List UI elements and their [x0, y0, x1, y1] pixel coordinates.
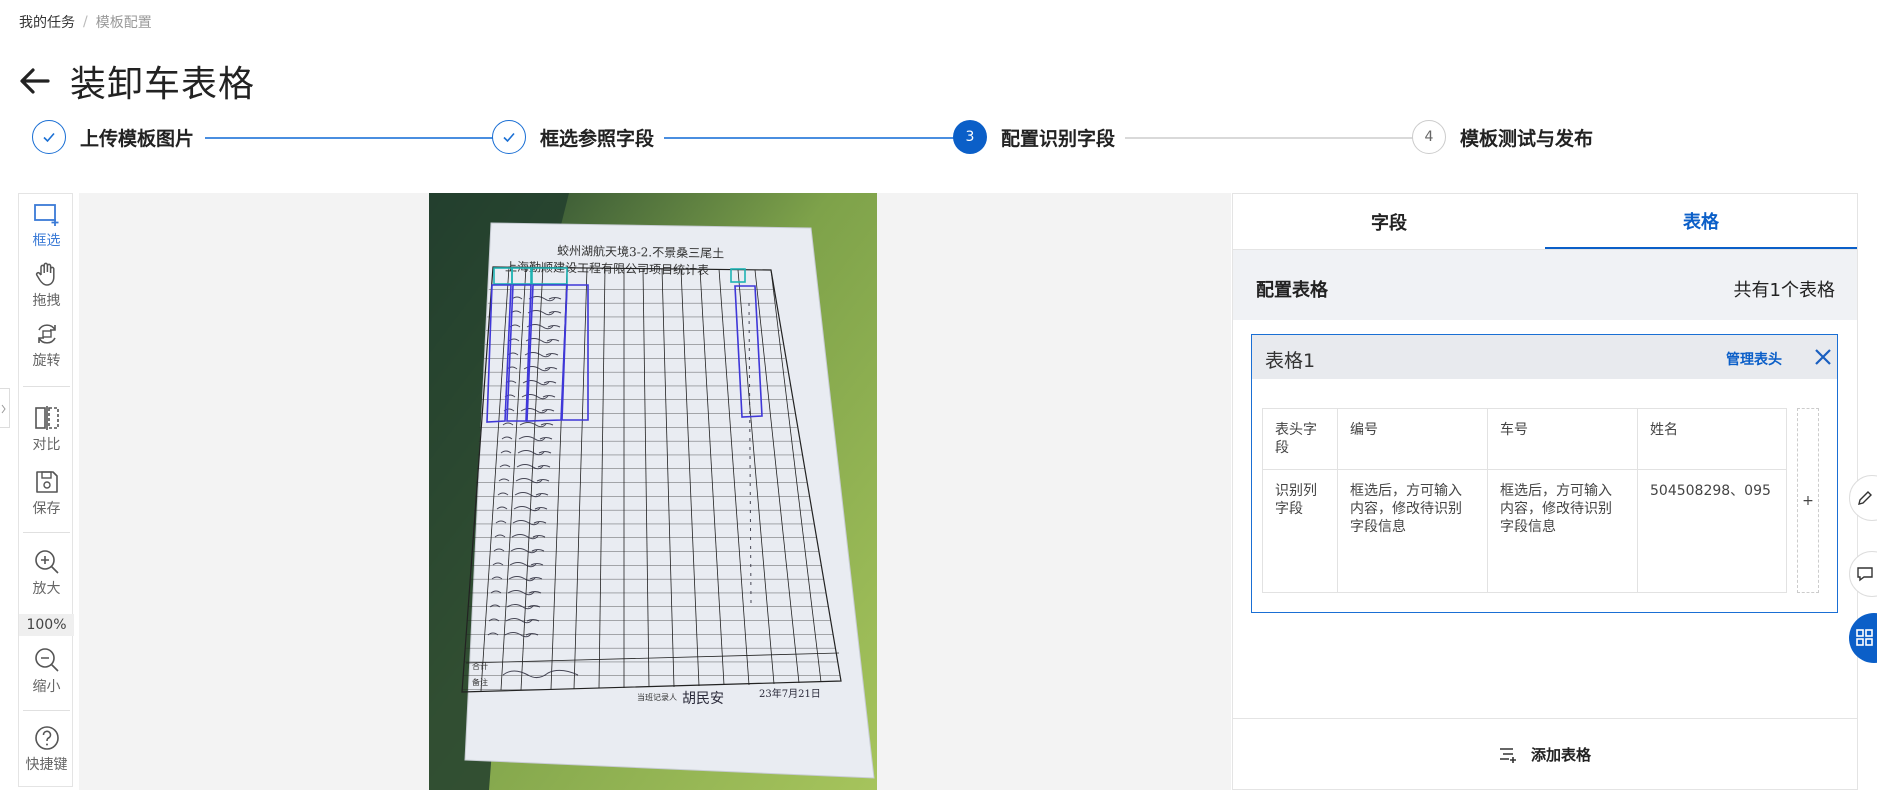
breadcrumb-parent[interactable]: 我的任务 — [19, 12, 75, 32]
panel-tabs: 字段 表格 — [1233, 194, 1857, 250]
doc-note-label: 备注 — [472, 677, 488, 687]
column-field-cell[interactable]: 504508298、095 — [1638, 470, 1786, 592]
zoom-in-label: 放大 — [32, 581, 61, 597]
divider — [23, 386, 70, 387]
column-field-cell[interactable]: 框选后，方可输入内容，修改待识别字段信息 — [1338, 470, 1487, 592]
feedback-icon — [1857, 567, 1873, 582]
add-column-button[interactable]: + — [1797, 408, 1819, 593]
config-title: 配置表格 — [1256, 280, 1328, 301]
column-header-cell[interactable]: 车号 — [1488, 409, 1637, 469]
save-button[interactable]: 保存 — [19, 468, 74, 518]
step-1-label: 上传模板图片 — [80, 127, 195, 150]
column-header-cell[interactable]: 编号 — [1338, 409, 1487, 469]
header-config-grid: 表头字段 编号 车号 姓名 识别列字段 框选后，方可输入内容，修改待识别字段信息… — [1262, 408, 1787, 593]
page-title: 装卸车表格 — [70, 64, 256, 105]
title-row: 装卸车表格 — [18, 55, 255, 107]
breadcrumb-separator: / — [83, 14, 88, 30]
compare-button[interactable]: 对比 — [19, 404, 74, 454]
table-card-title: 表格1 — [1265, 350, 1316, 372]
step-connector — [664, 137, 970, 139]
tab-fields[interactable]: 字段 — [1233, 194, 1545, 249]
add-table-button[interactable]: 添加表格 — [1233, 718, 1857, 790]
field-row-label: 识别列字段 — [1275, 483, 1317, 517]
step-4: 4 模板测试与发布 — [1412, 120, 1593, 154]
sidebar-collapse-toggle[interactable] — [0, 388, 10, 428]
rotate-icon — [37, 324, 56, 344]
zoom-out-button[interactable]: 缩小 — [19, 646, 74, 696]
document-photo[interactable]: 蛟州湖航天境3-2.不景桑三尾土 上海勤顺建设工程有限公司项目统计表 合计 备注… — [429, 193, 877, 790]
step-connector — [205, 137, 510, 139]
add-table-label: 添加表格 — [1530, 746, 1591, 764]
step-connector — [1125, 137, 1430, 139]
tool-sidebar: 框选 拖拽 旋转 对比 保存 放大 100% 缩小 快捷键 — [18, 193, 74, 787]
step-1-check-icon — [32, 120, 66, 154]
doc-heading-1: 蛟州湖航天境3-2.不景桑三尾土 — [557, 243, 724, 261]
edit-icon — [1858, 491, 1872, 505]
tab-tables[interactable]: 表格 — [1545, 194, 1857, 249]
zoom-in-icon — [34, 550, 59, 574]
header-row-label: 表头字段 — [1275, 422, 1317, 456]
select-tool-button[interactable]: 框选 — [19, 200, 74, 250]
step-3-number: 3 — [953, 120, 987, 154]
zoom-level: 100% — [19, 614, 74, 636]
step-2-check-icon — [492, 120, 526, 154]
step-4-label: 模板测试与发布 — [1460, 127, 1594, 150]
shortcuts-label: 快捷键 — [25, 757, 68, 773]
config-panel: 字段 表格 配置表格 共有1个表格 表格1 管理表头 表头字段 编号 车号 姓名… — [1232, 193, 1858, 790]
column-field-cell[interactable]: 框选后，方可输入内容，修改待识别字段信息 — [1488, 470, 1637, 592]
config-header: 配置表格 共有1个表格 — [1233, 250, 1857, 320]
help-icon — [34, 726, 59, 750]
close-icon[interactable] — [1814, 348, 1832, 366]
save-icon — [35, 471, 58, 493]
drag-tool-label: 拖拽 — [32, 293, 61, 309]
doc-total-label: 合计 — [472, 661, 488, 671]
select-tool-label: 框选 — [32, 233, 61, 249]
step-2-label: 框选参照字段 — [540, 127, 655, 150]
table-card: 表格1 管理表头 表头字段 编号 车号 姓名 识别列字段 框选后，方可输入内容，… — [1251, 334, 1838, 613]
step-progress: 上传模板图片 框选参照字段 3 配置识别字段 4 模板测试与发布 — [32, 120, 1593, 162]
back-arrow-icon[interactable] — [18, 67, 52, 95]
breadcrumb: 我的任务 / 模板配置 — [19, 12, 152, 32]
compare-icon — [34, 406, 59, 430]
step-3: 3 配置识别字段 — [953, 120, 1115, 154]
breadcrumb-current: 模板配置 — [95, 15, 152, 31]
step-3-label: 配置识别字段 — [1001, 127, 1116, 150]
step-1: 上传模板图片 — [32, 120, 194, 154]
step-2: 框选参照字段 — [492, 120, 654, 154]
table-count: 共有1个表格 — [1733, 280, 1835, 301]
compare-label: 对比 — [32, 437, 61, 453]
rotate-tool-button[interactable]: 旋转 — [19, 320, 74, 370]
doc-date: 23年7月21日 — [759, 687, 821, 700]
hand-icon — [35, 262, 55, 286]
zoom-in-button[interactable]: 放大 — [19, 548, 74, 598]
step-4-number: 4 — [1412, 120, 1446, 154]
add-list-icon — [1499, 747, 1516, 763]
select-box-icon — [33, 204, 58, 226]
table-card-header: 表格1 管理表头 — [1252, 335, 1837, 379]
divider — [23, 532, 70, 533]
zoom-out-label: 缩小 — [32, 679, 61, 695]
rotate-tool-label: 旋转 — [32, 353, 61, 369]
divider — [23, 710, 70, 711]
manage-header-button[interactable]: 管理表头 — [1726, 349, 1782, 369]
column-header-cell[interactable]: 姓名 — [1638, 409, 1786, 469]
chevron-right-icon — [1, 404, 6, 414]
doc-recorder-name: 胡民安 — [682, 691, 724, 707]
zoom-out-icon — [34, 648, 59, 672]
shortcuts-button[interactable]: 快捷键 — [19, 724, 74, 774]
drag-tool-button[interactable]: 拖拽 — [19, 260, 74, 310]
doc-recorder-label: 当班记录人 — [637, 692, 677, 702]
grid-icon — [1856, 629, 1873, 646]
save-label: 保存 — [32, 501, 61, 517]
